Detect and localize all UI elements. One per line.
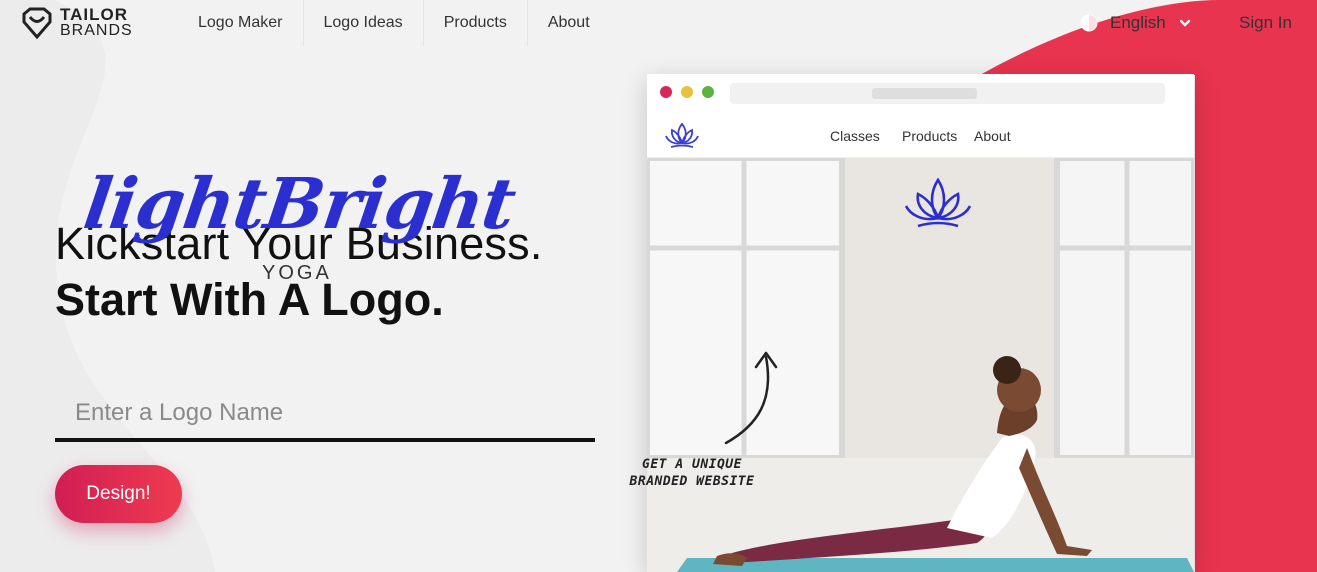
globe-icon xyxy=(1080,14,1098,32)
mockup-nav-classes: Classes xyxy=(830,128,880,144)
mockup-brand-name: lightBright xyxy=(79,162,521,245)
curved-arrow-icon xyxy=(724,351,778,445)
website-mockup: Classes Products About xyxy=(647,74,1194,572)
website-cta-note: GET A UNIQUE BRANDED WEBSITE xyxy=(612,456,772,490)
language-selector[interactable]: English xyxy=(1080,13,1192,33)
nav-logo-ideas[interactable]: Logo Ideas xyxy=(304,0,424,46)
nav-products[interactable]: Products xyxy=(424,0,528,46)
mockup-nav-about: About xyxy=(974,128,1011,144)
mockup-brand-tagline: YOGA xyxy=(262,262,332,284)
mockup-browser-chrome xyxy=(647,74,1194,112)
language-label: English xyxy=(1110,13,1166,32)
mockup-address-bar xyxy=(730,83,1165,104)
nav-about[interactable]: About xyxy=(528,0,610,46)
lotus-icon xyxy=(665,122,699,148)
cta-note-line-1: GET A UNIQUE xyxy=(642,457,742,472)
sign-in-link[interactable]: Sign In xyxy=(1239,13,1292,33)
mockup-nav: Classes Products About xyxy=(647,112,1194,158)
mockup-nav-products: Products xyxy=(902,128,958,144)
cta-note-line-2: BRANDED WEBSITE xyxy=(629,474,755,489)
window-maximize-dot xyxy=(702,86,714,98)
brand-shield-icon xyxy=(22,7,52,40)
brand-line-1: TAILOR xyxy=(60,5,129,24)
brand-line-2: BRANDS xyxy=(60,22,133,39)
nav-logo-maker[interactable]: Logo Maker xyxy=(178,0,304,46)
hero-subheadline: Start With A Logo. xyxy=(55,274,444,325)
logo-name-input[interactable] xyxy=(55,388,595,442)
tailor-brands-logo[interactable]: TAILOR BRANDS xyxy=(20,6,133,40)
main-nav: Logo Maker Logo Ideas Products About xyxy=(178,0,610,46)
window-close-dot xyxy=(660,86,672,98)
chevron-down-icon xyxy=(1179,19,1190,27)
design-button[interactable]: Design! xyxy=(55,465,182,523)
window-minimize-dot xyxy=(681,86,693,98)
brand-wordmark: TAILOR BRANDS xyxy=(60,5,133,39)
